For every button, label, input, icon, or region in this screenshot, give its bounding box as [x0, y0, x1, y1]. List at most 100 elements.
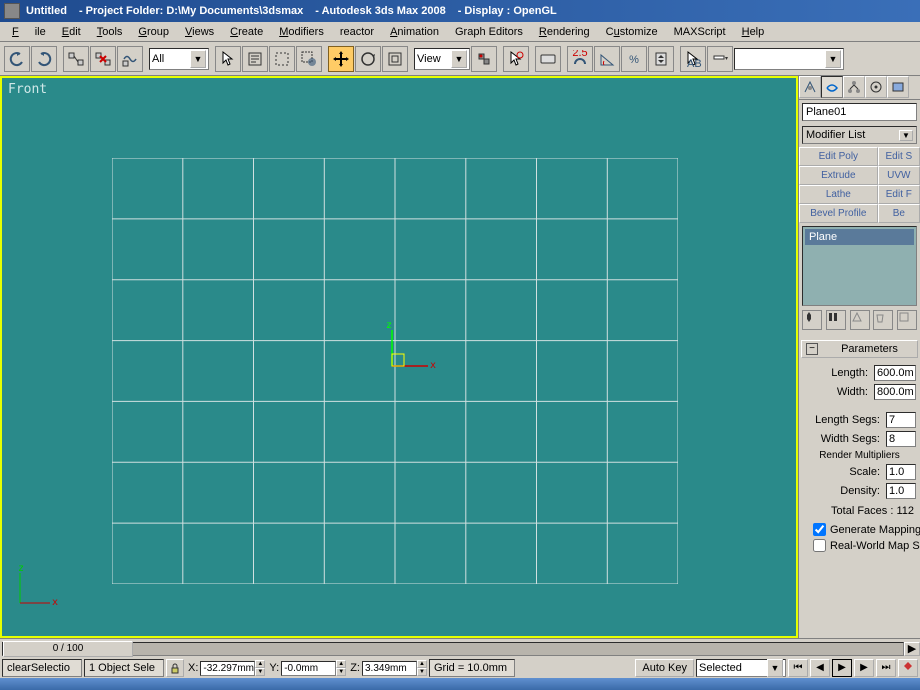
modify-tab[interactable]: [821, 76, 843, 98]
uvw-button[interactable]: UVW: [878, 166, 920, 185]
length-input[interactable]: 600.0m: [874, 365, 916, 381]
select-scale-button[interactable]: [382, 46, 408, 72]
x-input[interactable]: -32.297mm: [200, 661, 255, 676]
bevel-button[interactable]: Bevel Profile: [799, 204, 878, 223]
menu-edit[interactable]: Edit: [54, 24, 89, 40]
x-spinner[interactable]: ▲▼: [255, 660, 265, 676]
select-move-button[interactable]: [328, 46, 354, 72]
select-by-name-button[interactable]: [242, 46, 268, 72]
remove-modifier-button[interactable]: [873, 310, 893, 330]
select-object-button[interactable]: [215, 46, 241, 72]
selection-status: 1 Object Sele: [84, 659, 164, 677]
svg-text:%: %: [629, 54, 639, 66]
window-crossing-button[interactable]: [296, 46, 322, 72]
density-input[interactable]: 1.0: [886, 483, 916, 499]
display-tab[interactable]: [887, 76, 909, 98]
configure-sets-button[interactable]: [897, 310, 917, 330]
spinner-snap-button[interactable]: [648, 46, 674, 72]
use-pivot-center-button[interactable]: [471, 46, 497, 72]
key-filter-dropdown[interactable]: Selected▼: [696, 659, 786, 677]
y-spinner[interactable]: ▲▼: [336, 660, 346, 676]
time-slider-thumb[interactable]: 0 / 100: [3, 641, 133, 657]
menu-reactor[interactable]: reactor: [332, 24, 382, 40]
select-region-button[interactable]: [269, 46, 295, 72]
make-unique-button[interactable]: [850, 310, 870, 330]
menu-file[interactable]: File: [4, 24, 54, 40]
select-rotate-button[interactable]: [355, 46, 381, 72]
selection-filter-dropdown[interactable]: All▼: [149, 48, 209, 70]
editf-button[interactable]: Edit F: [878, 185, 920, 204]
pin-stack-button[interactable]: [802, 310, 822, 330]
menu-views[interactable]: Views: [177, 24, 222, 40]
motion-tab[interactable]: [865, 76, 887, 98]
viewport-container: Front z x z x: [0, 76, 798, 638]
svg-text:z: z: [386, 320, 392, 331]
redo-button[interactable]: [31, 46, 57, 72]
gen-mapping-checkbox[interactable]: Generate Mapping: [813, 523, 916, 536]
menu-grapheditors[interactable]: Graph Editors: [447, 24, 531, 40]
keyboard-shortcut-override-button[interactable]: [535, 46, 561, 72]
goto-end-button[interactable]: ⏭: [876, 659, 896, 677]
modifier-list-dropdown[interactable]: Modifier List▼: [802, 126, 917, 144]
scale-input[interactable]: 1.0: [886, 464, 916, 480]
width-input[interactable]: 800.0m: [874, 384, 916, 400]
menu-create[interactable]: Create: [222, 24, 271, 40]
lathe-button[interactable]: Lathe: [799, 185, 878, 204]
menu-modifiers[interactable]: Modifiers: [271, 24, 332, 40]
autokey-button[interactable]: Auto Key: [635, 659, 694, 677]
link-button[interactable]: [63, 46, 89, 72]
time-slider[interactable]: 0 / 100 ▶: [0, 638, 920, 658]
transform-gizmo[interactable]: z x: [392, 346, 442, 399]
lsegs-input[interactable]: 7: [886, 412, 916, 428]
angle-snap-button[interactable]: [594, 46, 620, 72]
menu-tools[interactable]: Tools: [89, 24, 131, 40]
unlink-button[interactable]: [90, 46, 116, 72]
command-panel-tabs: [799, 76, 920, 100]
snap-2d-button[interactable]: 2.5: [567, 46, 593, 72]
editspline-button[interactable]: Edit S: [878, 147, 920, 166]
wsegs-input[interactable]: 8: [886, 431, 916, 447]
editpoly-button[interactable]: Edit Poly: [799, 147, 878, 166]
menu-animation[interactable]: Animation: [382, 24, 447, 40]
menu-help[interactable]: Help: [734, 24, 773, 40]
parameters-rollup-header[interactable]: − Parameters: [801, 340, 918, 358]
time-slider-track[interactable]: 0 / 100: [2, 642, 904, 656]
goto-start-button[interactable]: ⏮: [788, 659, 808, 677]
named-selection-set-input[interactable]: ▼: [734, 48, 844, 70]
play-button[interactable]: ▶: [832, 659, 852, 677]
menu-rendering[interactable]: Rendering: [531, 24, 598, 40]
percent-snap-button[interactable]: %: [621, 46, 647, 72]
extrude-button[interactable]: Extrude: [799, 166, 878, 185]
realworld-checkbox[interactable]: Real-World Map Siz: [813, 539, 916, 552]
y-coord: Y:-0.0mm▲▼: [267, 660, 346, 676]
next-frame-button[interactable]: ▶: [854, 659, 874, 677]
os-taskbar[interactable]: [0, 678, 920, 690]
selection-set-flyout-button[interactable]: [707, 46, 733, 72]
rollup-toggle-icon[interactable]: −: [806, 343, 818, 355]
selection-lock-button[interactable]: [166, 659, 184, 677]
object-name-input[interactable]: Plane01: [802, 103, 917, 121]
show-end-result-button[interactable]: [826, 310, 846, 330]
bind-spacewarp-button[interactable]: [117, 46, 143, 72]
z-input[interactable]: 3.349mm: [362, 661, 417, 676]
maxscript-mini-listener[interactable]: clearSelectio: [2, 659, 82, 677]
menu-maxscript[interactable]: MAXScript: [666, 24, 734, 40]
hierarchy-tab[interactable]: [843, 76, 865, 98]
prev-frame-button[interactable]: ◀: [810, 659, 830, 677]
select-manipulate-button[interactable]: [503, 46, 529, 72]
key-mode-button[interactable]: [898, 659, 918, 677]
menu-customize[interactable]: Customize: [598, 24, 666, 40]
z-spinner[interactable]: ▲▼: [417, 660, 427, 676]
bend-button[interactable]: Be: [878, 204, 920, 223]
modifier-stack[interactable]: Plane: [802, 226, 917, 306]
render-mult-label: Render Multipliers: [803, 450, 916, 461]
time-slider-right-arrow[interactable]: ▶: [904, 642, 920, 656]
undo-button[interactable]: [4, 46, 30, 72]
ref-coord-dropdown[interactable]: View▼: [414, 48, 470, 70]
named-selection-button[interactable]: ABC: [680, 46, 706, 72]
viewport-front[interactable]: Front z x z x: [2, 78, 796, 636]
menu-group[interactable]: Group: [130, 24, 177, 40]
y-input[interactable]: -0.0mm: [281, 661, 336, 676]
create-tab[interactable]: [799, 76, 821, 98]
stack-item-plane[interactable]: Plane: [805, 229, 914, 245]
